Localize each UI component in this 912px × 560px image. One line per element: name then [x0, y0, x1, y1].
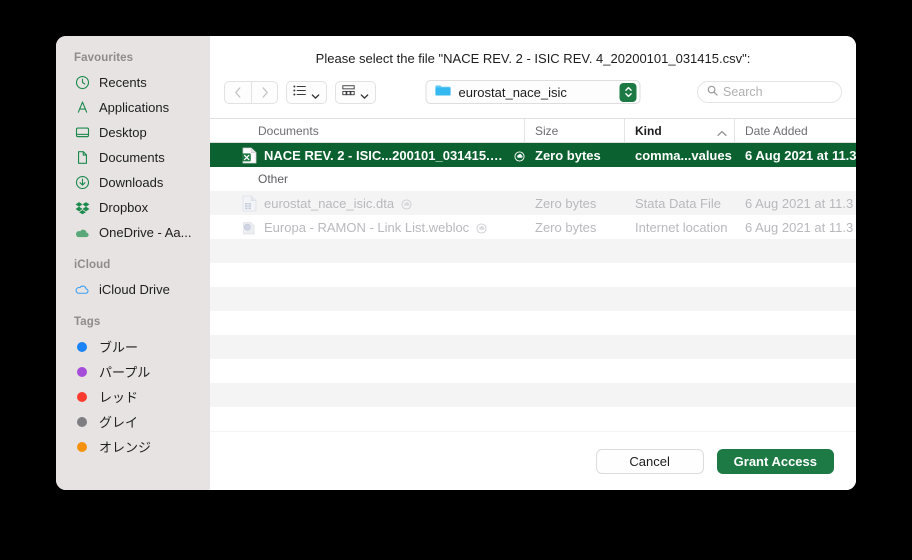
table-row[interactable]: eurostat_nace_isic.dta Zero bytes Stata …	[210, 191, 856, 215]
sidebar-item-documents[interactable]: Documents	[56, 145, 210, 170]
sidebar-item-tag-gray[interactable]: グレイ	[56, 409, 210, 434]
webloc-file-icon	[242, 219, 257, 236]
column-header-name[interactable]: Documents	[210, 119, 525, 142]
cloud-download-icon	[401, 198, 412, 210]
column-header-size[interactable]: Size	[525, 119, 625, 142]
sidebar-item-applications[interactable]: Applications	[56, 95, 210, 120]
tag-dot-icon	[74, 364, 90, 380]
sidebar-item-label: パープル	[99, 365, 151, 380]
sidebar-item-label: Dropbox	[99, 200, 149, 215]
path-popup-button[interactable]: eurostat_nace_isic	[425, 80, 641, 104]
column-header-date[interactable]: Date Added	[735, 119, 856, 142]
sidebar-item-icloud-drive[interactable]: iCloud Drive	[56, 277, 210, 302]
search-placeholder: Search	[723, 85, 763, 99]
dropbox-icon	[74, 200, 90, 216]
file-date: 6 Aug 2021 at 11.3	[745, 195, 854, 211]
file-rows: NACE REV. 2 - ISIC...200101_031415.csv Z…	[210, 143, 856, 432]
chevron-down-icon	[360, 88, 369, 99]
sidebar-item-desktop[interactable]: Desktop	[56, 120, 210, 145]
csv-file-icon	[242, 147, 257, 164]
file-kind: Internet location	[635, 219, 728, 235]
sidebar: Favourites Recents Applications Desktop …	[56, 36, 210, 490]
file-name-cell: NACE REV. 2 - ISIC...200101_031415.csv	[210, 147, 525, 164]
sidebar-item-tag-red[interactable]: レッド	[56, 384, 210, 409]
sidebar-group-favourites-title: Favourites	[74, 52, 134, 64]
chevron-down-icon	[311, 88, 320, 99]
navigation-buttons	[224, 80, 278, 104]
sidebar-item-tag-orange[interactable]: オレンジ	[56, 434, 210, 459]
sidebar-item-label: Downloads	[99, 175, 164, 190]
sidebar-item-onedrive[interactable]: OneDrive - Aa...	[56, 220, 210, 245]
column-header-kind[interactable]: Kind	[625, 119, 735, 142]
sidebar-item-label: グレイ	[99, 415, 139, 430]
tag-dot-icon	[74, 439, 90, 455]
forward-button[interactable]	[251, 80, 278, 104]
group-mode-button[interactable]	[335, 80, 376, 104]
file-size: Zero bytes	[535, 219, 597, 235]
file-size: Zero bytes	[535, 147, 601, 163]
file-date: 6 Aug 2021 at 11.3	[745, 147, 856, 163]
cancel-button[interactable]: Cancel	[595, 448, 704, 474]
toolbar: eurostat_nace_isic Search	[210, 66, 856, 118]
grant-access-button[interactable]: Grant Access	[716, 448, 834, 474]
file-name-cell: eurostat_nace_isic.dta	[210, 195, 525, 212]
tag-dot-icon	[74, 389, 90, 405]
grid-view-icon	[342, 83, 355, 101]
path-folder-name: eurostat_nace_isic	[458, 84, 567, 100]
group-header-other: Other	[258, 172, 289, 186]
search-icon	[707, 83, 718, 101]
sidebar-item-tag-purple[interactable]: パープル	[56, 359, 210, 384]
list-view-icon	[293, 83, 306, 101]
download-icon	[74, 175, 90, 191]
column-headers: Documents Size Kind Date Added	[210, 118, 856, 143]
folder-icon	[435, 83, 452, 102]
content-pane: Please select the file "NACE REV. 2 - IS…	[210, 36, 856, 490]
file-name: NACE REV. 2 - ISIC...200101_031415.csv	[264, 147, 507, 163]
stata-file-icon	[242, 195, 257, 212]
sidebar-group-icloud-title: iCloud	[74, 259, 111, 271]
back-button[interactable]	[224, 80, 251, 104]
sidebar-item-label: オレンジ	[99, 440, 152, 455]
table-row[interactable]: NACE REV. 2 - ISIC...200101_031415.csv Z…	[210, 143, 856, 167]
sidebar-item-label: ブルー	[99, 340, 139, 355]
sidebar-group-tags-title: Tags	[74, 316, 101, 328]
updown-chevron-icon[interactable]	[619, 82, 637, 102]
cloud-download-icon	[514, 150, 525, 162]
file-name: Europa - RAMON - Link List.webloc	[264, 219, 470, 235]
cloud-download-icon	[476, 222, 487, 234]
file-kind: comma...values	[635, 147, 732, 163]
sidebar-item-label: Documents	[99, 150, 165, 165]
document-icon	[74, 150, 90, 166]
file-list[interactable]: NACE REV. 2 - ISIC...200101_031415.csv Z…	[210, 143, 856, 432]
sidebar-item-downloads[interactable]: Downloads	[56, 170, 210, 195]
table-row[interactable]: Europa - RAMON - Link List.webloc Zero b…	[210, 215, 856, 239]
search-field[interactable]: Search	[697, 81, 842, 103]
sidebar-item-label: OneDrive - Aa...	[99, 225, 192, 240]
sidebar-item-label: iCloud Drive	[99, 282, 170, 297]
tag-dot-icon	[74, 339, 90, 355]
clock-icon	[74, 75, 90, 91]
view-mode-button[interactable]	[286, 80, 327, 104]
sidebar-item-label: Recents	[99, 75, 147, 90]
sidebar-item-label: Desktop	[99, 125, 147, 140]
sidebar-item-label: レッド	[99, 390, 139, 405]
file-kind: Stata Data File	[635, 195, 721, 211]
file-date: 6 Aug 2021 at 11.3	[745, 219, 854, 235]
dialog-title: Please select the file "NACE REV. 2 - IS…	[315, 51, 751, 66]
sort-ascending-icon	[717, 126, 727, 136]
dialog-footer: Cancel Grant Access	[210, 432, 856, 490]
sidebar-item-recents[interactable]: Recents	[56, 70, 210, 95]
file-picker-window: Favourites Recents Applications Desktop …	[56, 36, 856, 490]
applications-icon	[74, 100, 90, 116]
file-name-cell: Europa - RAMON - Link List.webloc	[210, 219, 525, 236]
tag-dot-icon	[74, 414, 90, 430]
icloud-icon	[74, 282, 90, 298]
onedrive-icon	[74, 225, 90, 241]
desktop-icon	[74, 125, 90, 141]
sidebar-item-dropbox[interactable]: Dropbox	[56, 195, 210, 220]
sidebar-item-label: Applications	[99, 100, 170, 115]
file-size: Zero bytes	[535, 195, 597, 211]
sidebar-item-tag-blue[interactable]: ブルー	[56, 334, 210, 359]
file-name: eurostat_nace_isic.dta	[264, 195, 395, 211]
